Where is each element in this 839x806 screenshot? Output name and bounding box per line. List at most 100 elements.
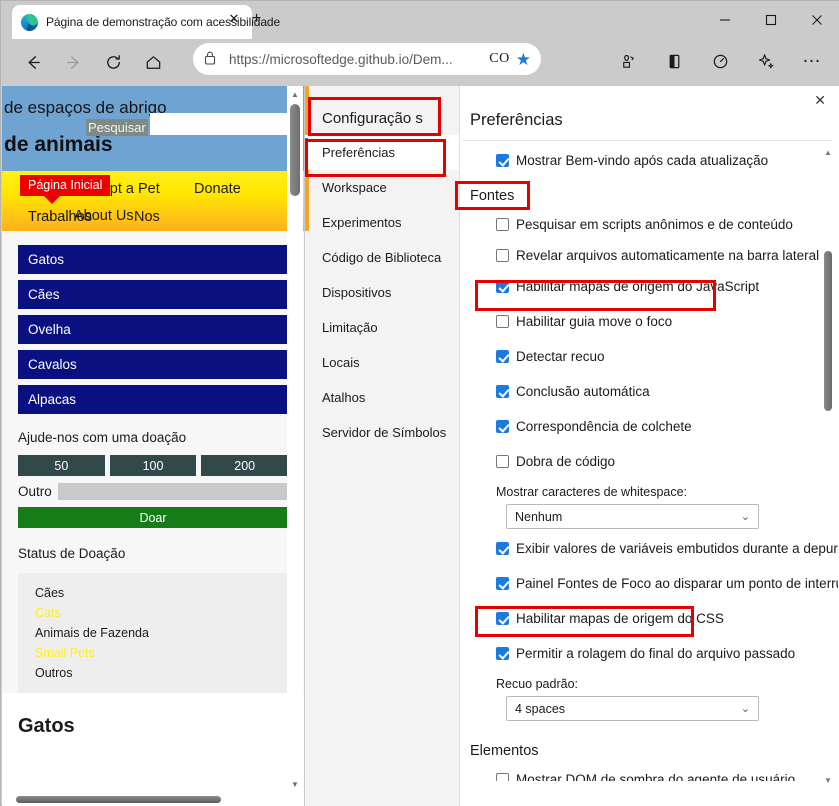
minimize-icon[interactable]: [702, 1, 748, 39]
status-list-item: Outros: [35, 666, 73, 680]
checkbox-exibir-valores-variaveis[interactable]: [496, 542, 509, 555]
whitespace-select-value: Nenhum: [515, 509, 563, 524]
nav-donate[interactable]: Donate: [194, 181, 241, 197]
preference-row[interactable]: Pesquisar em scripts anônimos e de conte…: [468, 217, 820, 238]
preference-row[interactable]: Revelar arquivos automaticamente na barr…: [468, 248, 820, 269]
checkbox-mapas-origem-css[interactable]: [496, 612, 509, 625]
category-button[interactable]: Cavalos: [18, 350, 288, 379]
sidebar-item-dispositivos[interactable]: Dispositivos: [305, 275, 459, 310]
preference-row[interactable]: Mostrar Bem-vindo após cada atualização: [468, 153, 820, 174]
indent-select[interactable]: 4 spaces ⌄: [506, 696, 759, 721]
search-input[interactable]: [150, 113, 300, 135]
preference-row[interactable]: Exibir valores de variáveis embutidos du…: [468, 541, 838, 562]
nav-nos[interactable]: Nos: [134, 209, 160, 225]
category-button[interactable]: Gatos: [18, 245, 288, 274]
split-screen-icon[interactable]: [656, 43, 692, 79]
donation-status-box: Cães Cats Animais de Fazenda Small Pets …: [18, 573, 288, 693]
preference-label: Dobra de código: [516, 454, 616, 469]
checkbox-painel-fontes-foco[interactable]: [496, 577, 509, 590]
close-window-icon[interactable]: [794, 1, 839, 39]
checkbox-revelar-arquivos[interactable]: [496, 249, 509, 262]
tab-title: Página de demonstração com acessibilidad…: [46, 15, 281, 29]
preference-row[interactable]: Permitir a rolagem do final do arquivo p…: [468, 646, 820, 667]
profile-initials[interactable]: CO: [489, 51, 509, 67]
preference-row[interactable]: Habilitar mapas de origem do CSS: [468, 611, 820, 632]
performance-icon[interactable]: [702, 43, 738, 79]
preference-label: Revelar arquivos automaticamente na barr…: [516, 248, 820, 263]
sidebar-item-locais[interactable]: Locais: [305, 345, 459, 380]
web-page-pane: de espaços de abrigo de animais Pesquisa…: [2, 86, 305, 806]
preference-row[interactable]: Correspondência de colchete: [468, 419, 820, 440]
checkbox-mostrar-bem-vindo[interactable]: [496, 154, 509, 167]
window-frame: Página de demonstração com acessibilidad…: [0, 0, 839, 806]
amount-button-100[interactable]: 100: [109, 455, 197, 476]
refresh-icon[interactable]: [95, 45, 131, 81]
sidebar-item-workspace[interactable]: Workspace: [305, 170, 459, 205]
preference-row[interactable]: Detectar recuo: [468, 349, 820, 370]
checkbox-conclusao-automatica[interactable]: [496, 385, 509, 398]
category-button[interactable]: Alpacas: [18, 385, 288, 414]
page-navbar: Adopt a Pet Donate About Us Trabalhos No…: [2, 171, 304, 231]
preference-row[interactable]: Painel Fontes de Foco ao disparar um pon…: [468, 576, 838, 597]
status-list-item: Cães: [35, 586, 65, 600]
preferences-scrollbar[interactable]: ▲ ▼: [822, 146, 834, 786]
page-horizontal-scrollbar[interactable]: [16, 796, 221, 803]
scroll-down-arrow-icon[interactable]: ▼: [287, 777, 303, 791]
chevron-down-icon: ⌄: [740, 511, 750, 523]
scroll-up-arrow-icon[interactable]: ▲: [287, 87, 303, 101]
edge-logo-icon: [21, 13, 38, 31]
sidebar-item-experimentos[interactable]: Experimentos: [305, 205, 459, 240]
home-icon[interactable]: [135, 45, 171, 81]
preference-row[interactable]: Habilitar mapas de origem do JavaScript: [468, 279, 820, 300]
collections-icon[interactable]: [610, 43, 646, 79]
checkbox-detectar-recuo[interactable]: [496, 350, 509, 363]
preferences-panel: ✕ Preferências Mostrar Bem-vindo após ca…: [460, 86, 838, 806]
new-tab-icon[interactable]: +: [248, 11, 265, 28]
close-tab-icon[interactable]: ✕: [226, 11, 242, 27]
checkbox-mapas-origem-javascript[interactable]: [496, 280, 509, 293]
chevron-down-icon: ⌄: [740, 703, 750, 715]
page-vertical-scrollbar[interactable]: ▲ ▼: [287, 86, 303, 792]
checkbox-dobra-de-codigo[interactable]: [496, 455, 509, 468]
amount-button-200[interactable]: 200: [201, 455, 289, 476]
donate-button[interactable]: Doar: [18, 507, 288, 528]
sidebar-item-atalhos[interactable]: Atalhos: [305, 380, 459, 415]
category-button[interactable]: Cães: [18, 280, 288, 309]
devtools-scroll-down-icon[interactable]: ▼: [822, 774, 834, 786]
nav-trabalhos[interactable]: Trabalhos: [28, 209, 92, 225]
checkbox-mostrar-dom-sombra[interactable]: [496, 773, 509, 781]
checkbox-guia-move-foco[interactable]: [496, 315, 509, 328]
preference-label: Pesquisar em scripts anônimos e de conte…: [516, 217, 793, 232]
sidebar-item-limitacao[interactable]: Limitação: [305, 310, 459, 345]
sidebar-item-codigo-biblioteca[interactable]: Código de Biblioteca: [305, 240, 459, 275]
url-text[interactable]: https://microsoftedge.github.io/Dem...: [229, 52, 489, 67]
preference-row[interactable]: Mostrar DOM de sombra do agente de usuár…: [468, 772, 820, 781]
preference-row[interactable]: Dobra de código: [468, 454, 820, 475]
favorite-star-icon[interactable]: ★: [516, 51, 531, 68]
more-options-icon[interactable]: …: [794, 43, 830, 79]
devtools-scroll-thumb[interactable]: [824, 251, 832, 411]
category-button[interactable]: Ovelha: [18, 315, 288, 344]
back-arrow-icon[interactable]: [15, 45, 51, 81]
maximize-icon[interactable]: [748, 1, 794, 39]
preference-label: Exibir valores de variáveis embutidos du…: [516, 541, 838, 556]
forward-arrow-icon: [55, 45, 91, 81]
devtools-settings: Configuração s Preferências Workspace Ex…: [305, 86, 838, 806]
close-settings-icon[interactable]: ✕: [814, 93, 826, 107]
checkbox-correspondencia-colchete[interactable]: [496, 420, 509, 433]
browser-tab[interactable]: Página de demonstração com acessibilidad…: [12, 5, 280, 39]
preference-row[interactable]: Habilitar guia move o foco: [468, 314, 820, 335]
sidebar-item-preferencias[interactable]: Preferências: [305, 135, 459, 170]
other-amount-row: Outro: [18, 483, 288, 500]
checkbox-permitir-rolagem-final[interactable]: [496, 647, 509, 660]
copilot-sparkle-icon[interactable]: [748, 43, 784, 79]
other-amount-input[interactable]: [58, 483, 288, 500]
preference-row[interactable]: Conclusão automática: [468, 384, 820, 405]
address-bar[interactable]: https://microsoftedge.github.io/Dem... C…: [193, 43, 541, 75]
amount-button-50[interactable]: 50: [18, 455, 105, 476]
devtools-scroll-up-icon[interactable]: ▲: [822, 146, 834, 158]
sidebar-item-servidor-simbolos[interactable]: Servidor de Símbolos: [305, 415, 459, 450]
whitespace-select[interactable]: Nenhum ⌄: [506, 504, 759, 529]
vertical-scroll-thumb[interactable]: [290, 104, 300, 196]
checkbox-pesquisar-scripts-anonimos[interactable]: [496, 218, 509, 231]
